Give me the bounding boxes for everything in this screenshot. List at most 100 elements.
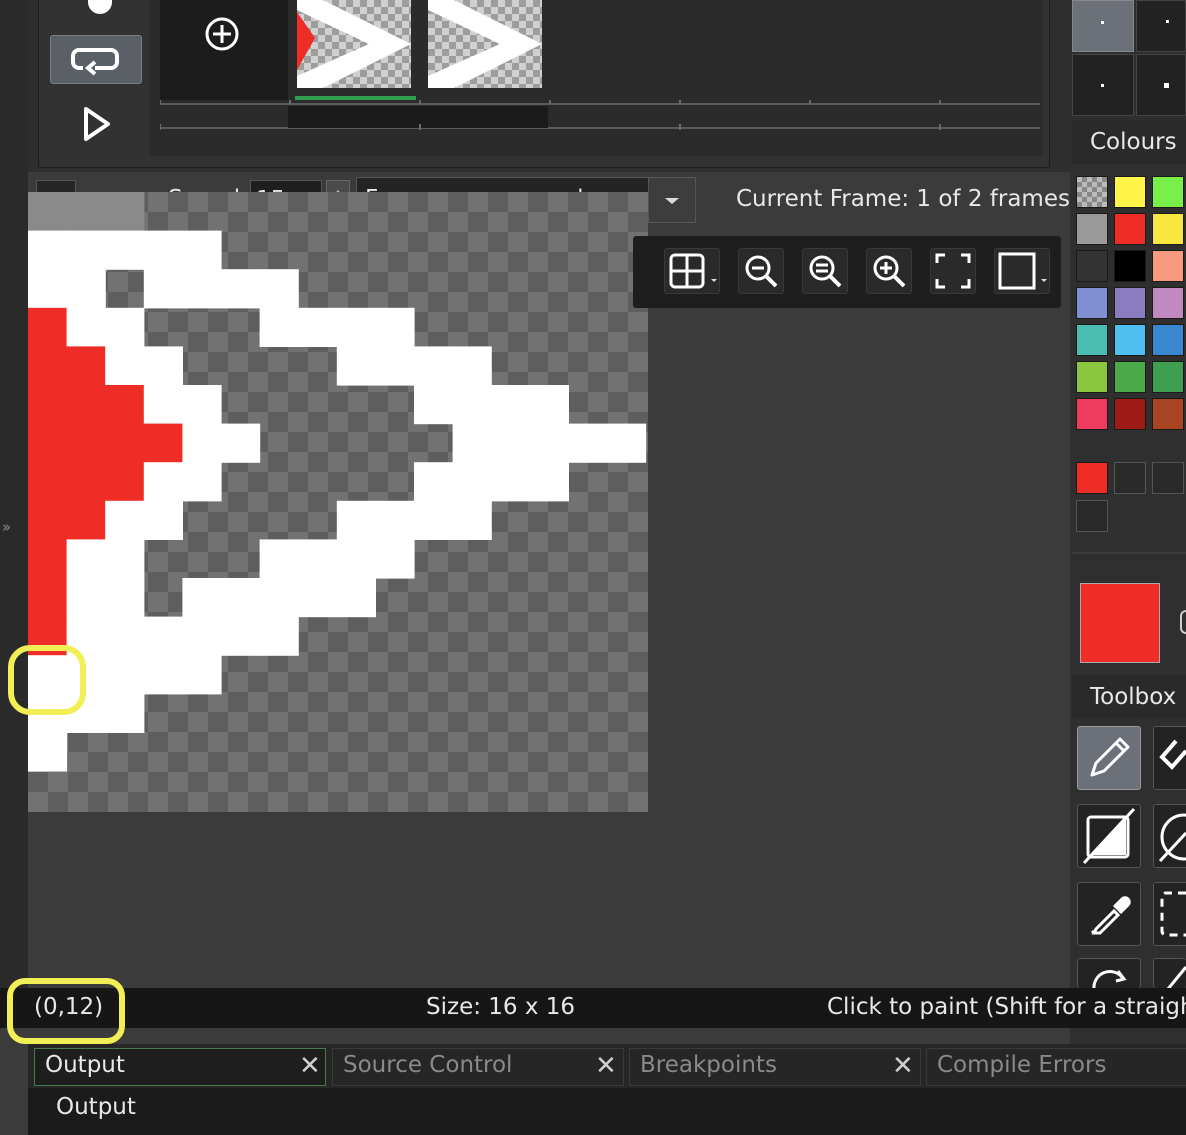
tab-compile-errors[interactable]: Compile Errors [926,1048,1186,1086]
sprite-pixel[interactable] [182,578,222,618]
sprite-pixel[interactable] [28,500,68,540]
eraser-tool-button[interactable] [1153,726,1186,790]
play-button[interactable] [82,106,112,142]
colour-swatch[interactable] [1152,287,1184,319]
recent-colour-swatch[interactable] [1076,462,1108,494]
sprite-pixel[interactable] [259,616,299,656]
sprite-pixel[interactable] [143,385,183,425]
sprite-pixel[interactable] [375,539,415,579]
background-toggle-button[interactable] [994,248,1050,294]
colour-swatch[interactable] [1152,213,1184,245]
sprite-pixel[interactable] [336,500,376,540]
sprite-pixel[interactable] [143,500,183,540]
sprite-pixel[interactable] [529,385,569,425]
sprite-pixel[interactable] [105,578,145,618]
sprite-pixel[interactable] [529,423,569,463]
colour-swatch[interactable] [1152,361,1184,393]
colour-swatch[interactable] [1152,398,1184,430]
sprite-pixel[interactable] [66,578,106,618]
sprite-pixel[interactable] [452,462,492,502]
sprite-pixel[interactable] [375,346,415,386]
zoom-out-button[interactable] [738,248,784,294]
sprite-pixel[interactable] [105,655,145,695]
sprite-pixel[interactable] [375,500,415,540]
brush-size-2[interactable] [1136,0,1186,52]
colour-swatch[interactable] [1114,361,1146,393]
sprite-pixel[interactable] [28,230,68,270]
sprite-pixel[interactable] [66,539,106,579]
sprite-pixel[interactable] [105,346,145,386]
sprite-pixel[interactable] [66,500,106,540]
timeline[interactable] [160,100,1040,130]
sprite-pixel[interactable] [182,655,222,695]
colour-swatch[interactable] [1114,250,1146,282]
zoom-in-button[interactable] [866,248,912,294]
sprite-pixel[interactable] [28,462,68,502]
ellipse-tool-button[interactable] [1153,804,1186,868]
sprite-pixel[interactable] [491,462,531,502]
sprite-pixel[interactable] [105,230,145,270]
brush-size-4[interactable] [1136,54,1186,116]
sprite-pixel[interactable] [298,307,338,347]
colour-swatch[interactable] [1076,287,1108,319]
sprite-pixel[interactable] [28,346,68,386]
sprite-pixel[interactable] [105,385,145,425]
sprite-pixel[interactable] [221,616,261,656]
rect-select-tool-button[interactable] [1153,882,1186,946]
sprite-pixel[interactable] [491,385,531,425]
frame-thumbnail-1[interactable] [297,0,411,88]
colour-swatch[interactable] [1076,250,1108,282]
colour-swatch[interactable] [1114,213,1146,245]
brush-size-1[interactable] [1072,0,1134,52]
sprite-pixel[interactable] [28,732,68,772]
sprite-pixel[interactable] [143,230,183,270]
sprite-pixel[interactable] [336,539,376,579]
sprite-pixel[interactable] [143,423,183,463]
sprite-pixel[interactable] [259,269,299,309]
sprite-pixel[interactable] [182,462,222,502]
colour-swatch[interactable] [1114,176,1146,208]
sprite-pixel[interactable] [414,385,454,425]
sprite-pixel[interactable] [143,269,183,309]
sprite-pixel[interactable] [259,307,299,347]
sprite-pixel[interactable] [259,578,299,618]
rotate-tool-button[interactable] [1077,958,1141,990]
sprite-pixel[interactable] [105,539,145,579]
add-frame-button[interactable] [160,0,288,100]
sprite-pixel[interactable] [143,655,183,695]
sprite-pixel[interactable] [66,307,106,347]
left-sidebar-collapsed[interactable]: ›› [0,0,28,990]
frame-thumbnail-2[interactable] [428,0,542,88]
sprite-pixel[interactable] [28,539,68,579]
sprite-pixel[interactable] [452,500,492,540]
colour-swatch[interactable] [1152,176,1184,208]
eyedropper-tool-button[interactable] [1077,882,1141,946]
sprite-pixel[interactable] [66,462,106,502]
recent-colour-swatch[interactable] [1152,462,1184,494]
fill-tool-button[interactable] [1077,804,1141,868]
tab-source-control[interactable]: Source Control ✕ [332,1048,624,1086]
sprite-pixel[interactable] [105,462,145,502]
sprite-pixel[interactable] [143,346,183,386]
sprite-pixel[interactable] [105,693,145,733]
sprite-pixel[interactable] [182,230,222,270]
sprite-pixel[interactable] [336,578,376,618]
colour-toggle-icon[interactable] [1180,610,1186,634]
recent-colour-swatch[interactable] [1114,462,1146,494]
expand-sidebar-icon[interactable]: ›› [2,518,11,536]
sprite-pixel[interactable] [28,192,68,232]
colour-swatch[interactable] [1076,213,1108,245]
sprite-canvas[interactable] [28,192,648,812]
sprite-pixel[interactable] [182,385,222,425]
sprite-pixel[interactable] [28,578,68,618]
sprite-pixel[interactable] [529,462,569,502]
sprite-pixel[interactable] [182,269,222,309]
sprite-pixel[interactable] [452,385,492,425]
sprite-pixel[interactable] [298,578,338,618]
grid-toggle-button[interactable] [664,248,720,294]
tab-output[interactable]: Output ✕ [34,1048,326,1086]
sprite-pixel[interactable] [414,500,454,540]
colour-swatch[interactable] [1076,398,1108,430]
sprite-pixel[interactable] [491,423,531,463]
colour-swatch[interactable] [1114,398,1146,430]
